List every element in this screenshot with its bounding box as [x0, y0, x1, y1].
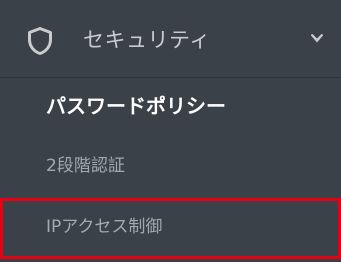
sidebar-item-label: IPアクセス制御 — [46, 217, 163, 237]
sidebar-item-password-policy[interactable]: パスワードポリシー — [0, 82, 341, 132]
sidebar-item-label: パスワードポリシー — [46, 94, 226, 118]
sidebar-item-two-factor-auth[interactable]: 2段階認証 — [0, 145, 341, 189]
shield-icon — [26, 26, 54, 56]
sidebar-item-ip-access-control[interactable]: IPアクセス制御 — [0, 198, 341, 259]
chevron-down-icon[interactable] — [309, 32, 325, 46]
sidebar-group-security[interactable]: セキュリティ — [0, 0, 341, 78]
sidebar-item-label: 2段階認証 — [46, 156, 125, 176]
sidebar: セキュリティ パスワードポリシー 2段階認証 IPアクセス制御 — [0, 0, 341, 262]
sidebar-group-label: セキュリティ — [83, 28, 211, 52]
